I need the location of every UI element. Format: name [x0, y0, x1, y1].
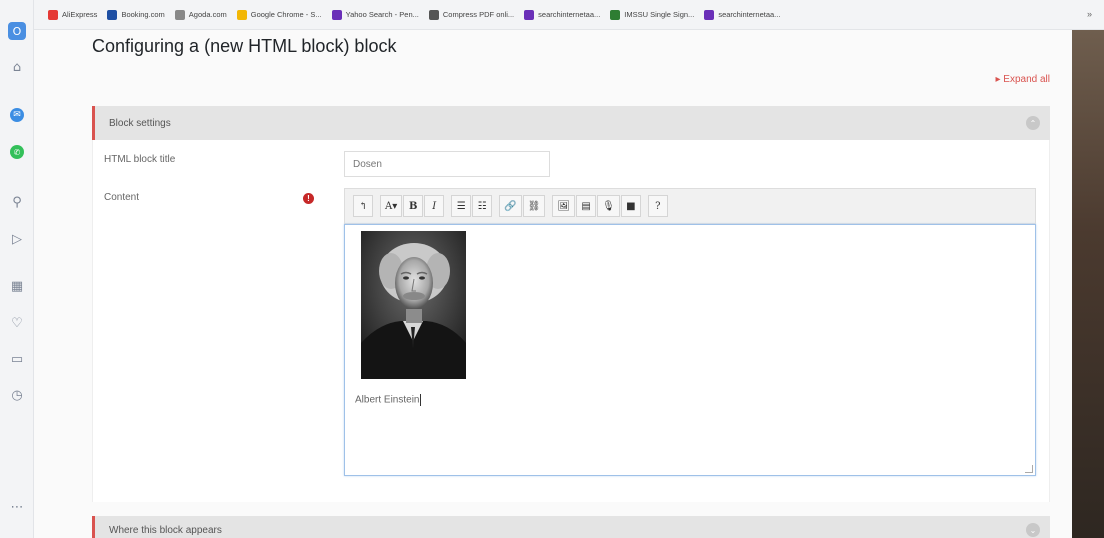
bookmark-item[interactable]: IMSSU Single Sign...	[610, 9, 695, 20]
image-caption-text[interactable]: Albert Einstein	[355, 394, 422, 406]
page-content: Configuring a (new HTML block) block ▸ E…	[34, 30, 1072, 538]
unlink-button[interactable]: ⛓	[522, 195, 546, 217]
block-settings-title: Block settings	[109, 117, 171, 129]
bookmark-label: IMSSU Single Sign...	[624, 10, 695, 19]
bookmark-item[interactable]: AliExpress	[48, 9, 98, 20]
bookmarks-bar: AliExpress Booking.com Agoda.com Google Chr…	[34, 0, 1104, 30]
bold-button[interactable]: B	[403, 195, 424, 217]
italic-button[interactable]: I	[424, 195, 445, 217]
bookmark-item[interactable]: Agoda.com	[174, 9, 227, 20]
desktop-background	[1072, 30, 1104, 538]
bookmark-label: searchinternetaa...	[538, 10, 601, 19]
where-block-appears-title: Where this block appears	[109, 524, 222, 536]
bookmark-item[interactable]: Booking.com	[107, 9, 165, 20]
bookmark-label: Booking.com	[121, 10, 165, 19]
more-icon[interactable]: ⋯	[8, 498, 26, 516]
block-settings-header[interactable]: Block settings ⌃	[92, 106, 1050, 140]
search-icon[interactable]: ⚲	[8, 193, 26, 211]
help-button[interactable]: ?	[647, 195, 668, 217]
chrome-icon	[236, 9, 247, 20]
pdf-icon	[428, 9, 439, 20]
imssu-icon	[610, 9, 621, 20]
required-icon: !	[303, 193, 314, 204]
expand-all-label: Expand all	[1003, 74, 1050, 85]
home-icon[interactable]: ⌂	[8, 58, 26, 76]
font-size-button[interactable]: A▾	[380, 195, 403, 217]
bookmark-item[interactable]: Compress PDF onli...	[428, 9, 515, 20]
booking-icon	[107, 9, 118, 20]
agoda-icon	[174, 9, 185, 20]
bookmark-item[interactable]: Yahoo Search - Pen...	[331, 9, 419, 20]
html-block-title-label: HTML block title	[104, 154, 176, 165]
bookmark-label: Compress PDF onli...	[442, 10, 515, 19]
bookmark-item[interactable]: Google Chrome - S...	[236, 9, 322, 20]
apps-icon[interactable]: ▦	[8, 277, 26, 295]
bookmark-item[interactable]: searchinternetaa...	[524, 9, 601, 20]
whatsapp-icon[interactable]: ✆	[10, 145, 24, 159]
bookmark-label: AliExpress	[62, 10, 98, 19]
html-block-title-input[interactable]	[344, 151, 550, 177]
send-icon[interactable]: ▷	[8, 230, 26, 248]
editor-resize-handle[interactable]	[1025, 465, 1033, 473]
bookmark-item[interactable]: searchinternetaa...	[704, 9, 781, 20]
where-block-appears-header[interactable]: Where this block appears ⌄	[92, 516, 1050, 538]
messenger-icon[interactable]: ✉	[10, 108, 24, 122]
undo-button[interactable]: ↰	[353, 195, 373, 217]
clock-icon[interactable]: ◷	[8, 386, 26, 404]
collapse-icon[interactable]: ⌃	[1026, 116, 1040, 130]
text-cursor	[420, 394, 422, 406]
search-site-icon	[524, 9, 535, 20]
expand-icon[interactable]: ⌄	[1026, 523, 1040, 537]
html-editor-area[interactable]: Albert Einstein	[344, 224, 1036, 476]
insert-media-button[interactable]: ▤	[576, 195, 597, 217]
search-site-icon	[704, 9, 715, 20]
einstein-portrait-image[interactable]	[361, 231, 466, 379]
unordered-list-button[interactable]: ☰	[451, 195, 472, 217]
bookmark-label: searchinternetaa...	[718, 10, 781, 19]
bookmarks-more-button[interactable]: »	[1087, 9, 1092, 19]
expand-all-link[interactable]: ▸ Expand all	[995, 74, 1050, 85]
yahoo-icon	[331, 9, 342, 20]
page-title: Configuring a (new HTML block) block	[92, 36, 397, 56]
caption-text: Albert Einstein	[355, 394, 420, 406]
bookmark-label: Google Chrome - S...	[250, 10, 322, 19]
bookmark-label: Agoda.com	[188, 10, 227, 19]
opera-logo-icon[interactable]: O	[8, 22, 26, 40]
bookmark-label: Yahoo Search - Pen...	[345, 10, 419, 19]
editor-toolbar: ↰ A▾ B I ☰ ☷ 🔗 ⛓ 🖼 ▤ 🎙 ■?	[344, 188, 1036, 224]
ordered-list-button[interactable]: ☷	[472, 195, 493, 217]
browser-sidebar: O ⌂ ✉ ✆ ⚲ ▷ ▦ ♡ ▭ ◷ ⋯	[0, 0, 34, 538]
record-video-button[interactable]: ■	[620, 195, 641, 217]
aliexpress-icon	[48, 9, 58, 20]
history-icon[interactable]: ▭	[8, 350, 26, 368]
content-label: Content	[104, 192, 140, 203]
insert-image-button[interactable]: 🖼	[552, 195, 576, 217]
link-button[interactable]: 🔗	[499, 195, 522, 217]
record-audio-button[interactable]: 🎙	[597, 195, 620, 217]
heart-icon[interactable]: ♡	[8, 314, 26, 332]
